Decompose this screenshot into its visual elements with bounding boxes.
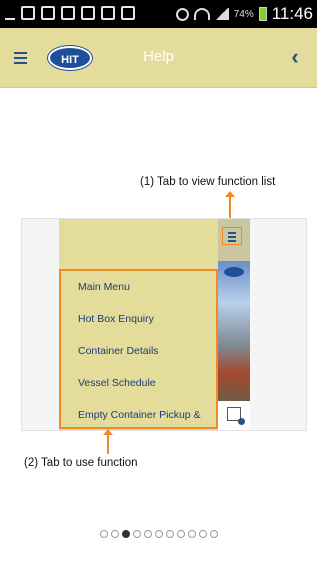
page-dot[interactable] (209, 530, 218, 538)
menu-item-container-details: Container Details (78, 345, 159, 357)
battery-percent: 74% (233, 8, 254, 20)
app-bar: HIT Help ‹ (0, 28, 317, 88)
wifi-icon (193, 8, 210, 20)
status-bar: 74% 11:46 (0, 0, 317, 28)
battery-icon (258, 7, 267, 21)
hit-logo-icon (224, 267, 244, 277)
page-title: Help (143, 48, 174, 65)
page-dot[interactable] (143, 530, 152, 538)
menu-item-hot-box-enquiry: Hot Box Enquiry (78, 313, 154, 325)
chevron-left-icon[interactable]: ‹ (283, 45, 307, 69)
page-dot[interactable] (165, 530, 174, 538)
mail-icon (61, 6, 75, 20)
page-dot[interactable] (187, 530, 196, 538)
help-screenshot: Main Menu Hot Box Enquiry Container Deta… (21, 218, 307, 431)
chat-icon (121, 6, 135, 20)
alarm-icon (175, 7, 189, 21)
mail-x-icon (81, 6, 95, 20)
page-indicator (0, 530, 317, 538)
page-dot[interactable] (110, 530, 119, 538)
arrow-up-icon (103, 429, 113, 454)
hamburger-icon (222, 227, 242, 245)
menu-item-empty-container-pickup: Empty Container Pickup & (78, 409, 201, 421)
clock: 11:46 (271, 4, 313, 23)
container-info-icon (227, 407, 245, 425)
page-dot[interactable] (99, 530, 108, 538)
help-caption-use-function: (2) Tab to use function (24, 457, 138, 469)
signal-strength-icon (21, 6, 35, 20)
screenshot-toolbar (218, 219, 250, 261)
help-caption-view-function-list: (1) Tab to view function list (140, 176, 276, 188)
notification-icons (5, 6, 135, 20)
cell-signal-icon (214, 8, 229, 20)
page-dot[interactable] (132, 530, 141, 538)
screenshot-main-area (218, 219, 250, 430)
page-dot-active[interactable] (121, 530, 130, 538)
page-dot[interactable] (154, 530, 163, 538)
usb-icon (5, 6, 15, 20)
function-list: Main Menu Hot Box Enquiry Container Deta… (59, 269, 218, 429)
image-icon (41, 6, 55, 20)
system-indicators: 74% 11:46 (175, 4, 313, 24)
terminal-photo (218, 261, 250, 401)
menu-item-vessel-schedule: Vessel Schedule (78, 377, 156, 389)
page-dot[interactable] (198, 530, 207, 538)
menu-item-main-menu: Main Menu (78, 281, 130, 293)
mail-icon (101, 6, 115, 20)
arrow-up-icon (225, 191, 235, 220)
page-dot[interactable] (176, 530, 185, 538)
